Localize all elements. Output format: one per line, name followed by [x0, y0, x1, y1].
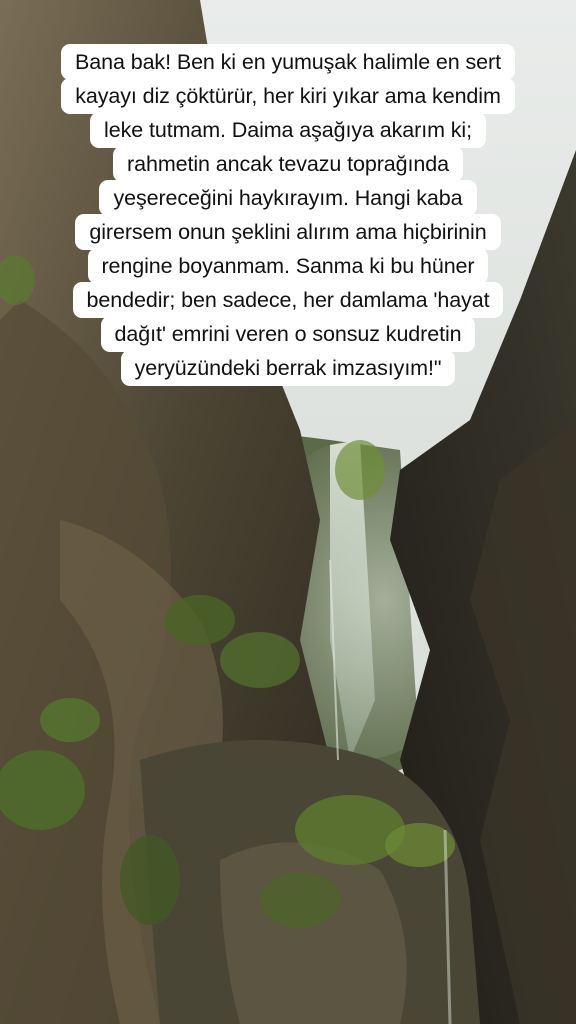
caption-line: rahmetin ancak tevazu toprağında [113, 146, 463, 182]
caption-line: Bana bak! Ben ki en yumuşak halimle en s… [61, 44, 515, 80]
caption-line: leke tutmam. Daima aşağıya akarım ki; [90, 112, 486, 148]
quote-caption: Bana bak! Ben ki en yumuşak halimle en s… [0, 44, 576, 386]
caption-line: yeşereceğini haykırayım. Hangi kaba [99, 180, 477, 216]
caption-line: dağıt' emrini veren o sonsuz kudretin [100, 316, 476, 352]
caption-line: rengine boyanmam. Sanma ki bu hüner [87, 248, 489, 284]
caption-line: bendedir; ben sadece, her damlama 'hayat [72, 282, 504, 318]
caption-line: kayayı diz çöktürür, her kiri yıkar ama … [61, 78, 515, 114]
caption-line: yeryüzündeki berrak imzasıyım!" [120, 350, 456, 386]
caption-line: girersem onun şeklini alırım ama hiçbiri… [75, 214, 501, 250]
video-frame: Bana bak! Ben ki en yumuşak halimle en s… [0, 0, 576, 1024]
